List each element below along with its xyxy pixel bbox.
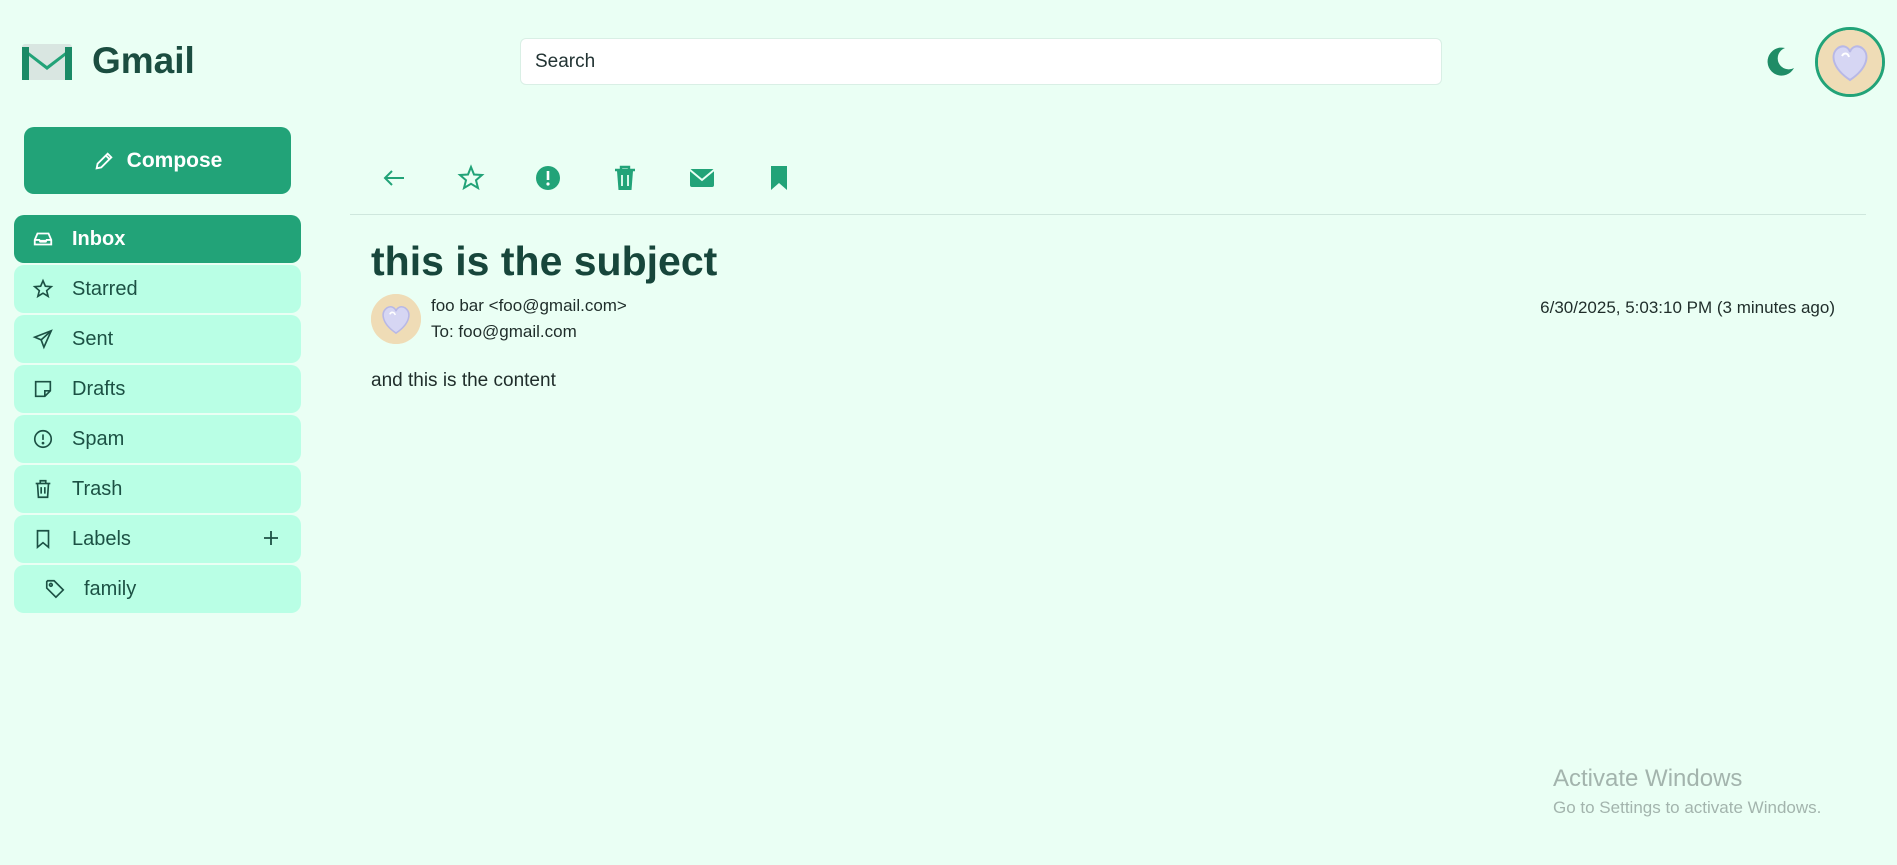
- app-logo[interactable]: Gmail: [20, 40, 195, 82]
- sidebar-item-label: Labels: [72, 527, 131, 550]
- sidebar-item-label: Drafts: [72, 377, 126, 400]
- trash-icon: [32, 477, 56, 501]
- sidebar-item-family[interactable]: family: [14, 565, 301, 613]
- gmail-logo-icon: [22, 44, 72, 80]
- bookmark-icon: [32, 527, 56, 551]
- app-name: Gmail: [92, 40, 195, 81]
- message-from: foo bar <foo@gmail.com>: [431, 296, 627, 315]
- sidebar-item-labels[interactable]: Labels: [14, 515, 301, 563]
- sidebar-item-label: Spam: [72, 427, 125, 450]
- sidebar-item-inbox[interactable]: Inbox: [14, 215, 301, 263]
- sidebar-item-spam[interactable]: Spam: [14, 415, 301, 463]
- delete-button[interactable]: [609, 162, 641, 194]
- draft-icon: [32, 377, 56, 401]
- user-avatar[interactable]: [1815, 27, 1885, 97]
- mail-icon: [689, 169, 715, 187]
- sidebar-item-label: Trash: [72, 477, 123, 500]
- message-toolbar: [378, 162, 795, 194]
- plus-icon[interactable]: [259, 526, 283, 550]
- report-spam-button[interactable]: [532, 162, 564, 194]
- message-body: and this is the content: [371, 370, 556, 391]
- back-button[interactable]: [378, 162, 410, 194]
- sidebar-item-starred[interactable]: Starred: [14, 265, 301, 313]
- send-icon: [32, 327, 56, 351]
- activation-watermark-subtitle: Go to Settings to activate Windows.: [1553, 798, 1822, 817]
- bookmark-icon: [771, 166, 787, 190]
- label-button[interactable]: [763, 162, 795, 194]
- sidebar-item-label: Sent: [72, 327, 114, 350]
- message-to: To: foo@gmail.com: [431, 322, 577, 341]
- sender-avatar: [371, 294, 421, 344]
- compose-button[interactable]: Compose: [24, 127, 291, 194]
- sidebar-item-label: Inbox: [72, 227, 126, 250]
- message-date: 6/30/2025, 5:03:10 PM (3 minutes ago): [1540, 298, 1835, 317]
- star-button[interactable]: [455, 162, 487, 194]
- avatar-heart-image: [1818, 30, 1882, 94]
- activation-watermark-title: Activate Windows: [1553, 765, 1743, 792]
- mark-unread-button[interactable]: [686, 162, 718, 194]
- message-subject: this is the subject: [371, 238, 718, 284]
- sidebar-item-drafts[interactable]: Drafts: [14, 365, 301, 413]
- compose-label: Compose: [126, 148, 223, 172]
- spam-icon: [536, 166, 560, 190]
- sidebar-item-trash[interactable]: Trash: [14, 465, 301, 513]
- inbox-icon: [32, 227, 56, 251]
- sidebar-item-label: family: [84, 577, 137, 600]
- search-input[interactable]: [520, 38, 1442, 85]
- toolbar-divider: [350, 214, 1866, 215]
- avatar-heart-image: [371, 294, 421, 344]
- star-icon: [457, 164, 485, 191]
- pencil-icon: [95, 151, 113, 170]
- star-icon: [32, 277, 56, 301]
- back-arrow-icon: [383, 170, 404, 186]
- sidebar-item-label: Starred: [72, 277, 138, 300]
- sidebar-nav: Inbox Starred Sent Drafts Spam Trash Lab…: [14, 215, 301, 615]
- sidebar-item-sent[interactable]: Sent: [14, 315, 301, 363]
- tag-icon: [44, 577, 68, 601]
- trash-icon: [615, 165, 635, 190]
- spam-icon: [32, 427, 56, 451]
- moon-icon[interactable]: [1763, 44, 1797, 78]
